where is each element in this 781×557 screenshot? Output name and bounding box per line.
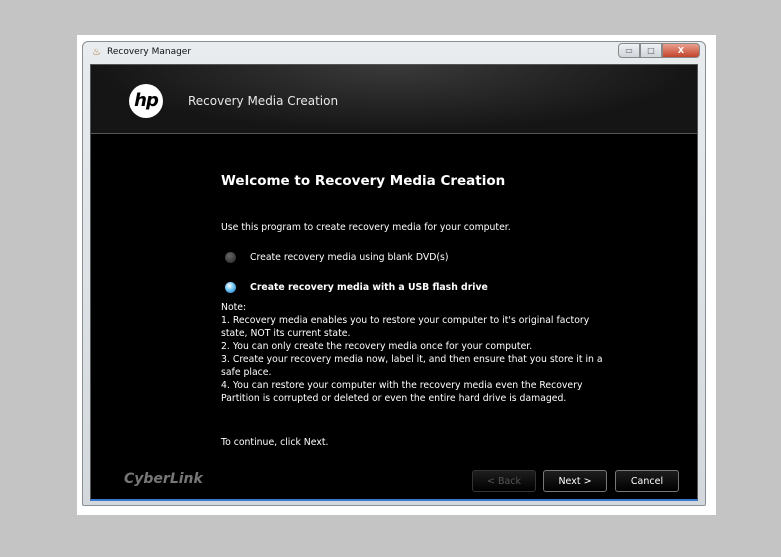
radio-unselected-icon[interactable] [225,252,236,263]
note-heading: Note: [221,302,247,313]
cancel-button[interactable]: Cancel [615,470,679,492]
maximize-button[interactable]: □ [640,43,662,58]
main-panel: hp Recovery Media Creation Welcome to Re… [90,64,698,501]
radio-usb[interactable]: Create recovery media with a USB flash d… [225,281,488,294]
radio-dvd[interactable]: Create recovery media using blank DVD(s) [225,251,449,264]
title-bar[interactable]: ♨ Recovery Manager ▭ □ X [83,42,705,64]
note-item: 1. Recovery media enables you to restore… [221,315,590,339]
recovery-manager-window: ♨ Recovery Manager ▭ □ X hp Recovery Med… [82,41,706,506]
note-item: 2. You can only create the recovery medi… [221,341,533,352]
note-item: 4. You can restore your computer with th… [221,380,583,404]
notes: Note: 1. Recovery media enables you to r… [221,301,616,405]
radio-selected-icon[interactable] [225,282,236,293]
radio-usb-label: Create recovery media with a USB flash d… [250,282,488,293]
continue-text: To continue, click Next. [221,437,329,448]
header: hp Recovery Media Creation [91,65,697,134]
intro-text: Use this program to create recovery medi… [221,222,511,233]
minimize-button[interactable]: ▭ [618,43,640,58]
back-button[interactable]: < Back [472,470,536,492]
page-heading: Welcome to Recovery Media Creation [221,173,506,189]
next-button[interactable]: Next > [543,470,607,492]
window-title: Recovery Manager [107,47,192,57]
radio-dvd-label: Create recovery media using blank DVD(s) [250,252,449,263]
close-button[interactable]: X [662,43,700,58]
cyberlink-logo: CyberLink [124,471,203,487]
note-item: 3. Create your recovery media now, label… [221,354,603,378]
app-icon: ♨ [92,47,101,58]
hp-logo: hp [129,84,163,118]
header-title: Recovery Media Creation [188,94,339,108]
